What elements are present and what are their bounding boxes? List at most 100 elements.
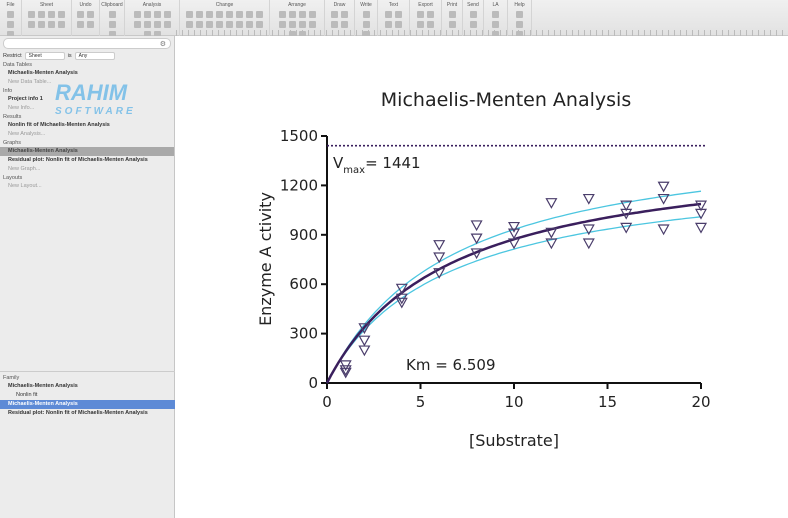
toolbar-icon[interactable] <box>448 21 456 28</box>
restrict-select[interactable]: Sheet <box>24 52 65 60</box>
toolbar-icon[interactable] <box>298 11 306 18</box>
toolbar-icon[interactable] <box>362 21 370 28</box>
toolbar-icon[interactable] <box>417 11 424 18</box>
toolbar-icon[interactable] <box>133 21 141 28</box>
y-tick-label: 1500 <box>280 127 318 145</box>
navigator-section[interactable]: Graphs <box>0 139 174 147</box>
family-panel: Family Michaelis-Menten Analysis Nonlin fi… <box>0 371 175 418</box>
toolbar-icon[interactable] <box>331 11 338 18</box>
toolbar-icon[interactable] <box>256 11 263 18</box>
y-tick-label: 600 <box>289 275 318 293</box>
toolbar-icon[interactable] <box>256 21 263 28</box>
gear-icon[interactable]: ⚙ <box>160 40 166 48</box>
toolbar-icon[interactable] <box>469 11 477 18</box>
toolbar-icon[interactable] <box>216 11 223 18</box>
toolbar-icon[interactable] <box>108 21 116 28</box>
toolbar-icon[interactable] <box>246 11 253 18</box>
toolbar-icon[interactable] <box>395 21 402 28</box>
toolbar-icon[interactable] <box>288 11 296 18</box>
toolbar-group-analysis: Analysis <box>125 0 180 38</box>
toolbar-icon[interactable] <box>385 11 392 18</box>
confidence-band-lower <box>326 216 702 384</box>
navigator-section[interactable]: Data Tables <box>0 61 174 69</box>
data-point <box>657 224 670 236</box>
toolbar-icon[interactable] <box>492 11 499 18</box>
toolbar-icon[interactable] <box>417 21 424 28</box>
navigator-item[interactable]: Residual plot: Nonlin fit of Michaelis-M… <box>0 409 175 418</box>
toolbar-icon[interactable] <box>469 21 477 28</box>
toolbar-icon[interactable] <box>58 21 65 28</box>
data-point <box>582 238 595 250</box>
navigator-section[interactable]: Layouts <box>0 174 174 182</box>
toolbar-icon[interactable] <box>186 21 193 28</box>
toolbar-icon[interactable] <box>7 11 14 18</box>
toolbar-icon[interactable] <box>196 11 203 18</box>
toolbar-icon[interactable] <box>308 11 316 18</box>
toolbar-icon[interactable] <box>395 11 402 18</box>
toolbar-icon[interactable] <box>143 11 151 18</box>
navigator-item[interactable]: Michaelis-Menten Analysis <box>0 382 175 391</box>
toolbar-icon[interactable] <box>288 21 296 28</box>
toolbar-icon[interactable] <box>427 21 434 28</box>
toolbar-icon[interactable] <box>278 21 286 28</box>
toolbar-icon[interactable] <box>226 11 233 18</box>
toolbar-icon[interactable] <box>48 21 55 28</box>
toolbar-icon[interactable] <box>77 11 84 18</box>
navigator-item[interactable]: Nonlin fit <box>0 391 175 400</box>
is-select[interactable]: Any <box>74 52 115 60</box>
toolbar-icon[interactable] <box>362 11 370 18</box>
toolbar-icon[interactable] <box>38 21 45 28</box>
toolbar-icon[interactable] <box>87 11 94 18</box>
toolbar-icon[interactable] <box>38 11 45 18</box>
navigator-item[interactable]: Nonlin fit of Michaelis-Menten Analysis <box>0 121 174 130</box>
toolbar-icon[interactable] <box>236 21 243 28</box>
toolbar-icon[interactable] <box>28 21 35 28</box>
toolbar-icon[interactable] <box>385 21 392 28</box>
toolbar-icon[interactable] <box>77 21 84 28</box>
toolbar-icon[interactable] <box>246 21 253 28</box>
toolbar-icon[interactable] <box>492 21 499 28</box>
navigator-item[interactable]: Residual plot: Nonlin fit of Michaelis-M… <box>0 156 174 165</box>
toolbar-icon[interactable] <box>153 21 161 28</box>
navigator-item[interactable]: Michaelis-Menten Analysis <box>0 69 174 78</box>
km-annotation: Km = 6.509 <box>406 356 496 374</box>
toolbar-icon[interactable] <box>226 21 233 28</box>
toolbar-icon[interactable] <box>308 21 316 28</box>
toolbar-icon[interactable] <box>143 21 151 28</box>
navigator-item[interactable]: New Graph... <box>0 165 174 174</box>
toolbar-icon[interactable] <box>516 11 523 18</box>
toolbar-icon[interactable] <box>48 11 55 18</box>
search-input[interactable]: ⚙ <box>3 38 171 49</box>
x-tick-label: 15 <box>598 393 617 411</box>
toolbar-icon[interactable] <box>87 21 94 28</box>
toolbar-icon[interactable] <box>28 11 35 18</box>
toolbar-icon[interactable] <box>206 11 213 18</box>
x-tick-label: 20 <box>691 393 710 411</box>
toolbar-icon[interactable] <box>427 11 434 18</box>
toolbar-icon[interactable] <box>133 11 141 18</box>
toolbar-icon[interactable] <box>186 11 193 18</box>
toolbar-icon[interactable] <box>7 21 14 28</box>
toolbar-icon[interactable] <box>58 11 65 18</box>
toolbar-icon[interactable] <box>108 11 116 18</box>
toolbar-icon[interactable] <box>516 21 523 28</box>
toolbar-icon[interactable] <box>163 11 171 18</box>
navigator-item[interactable]: New Layout... <box>0 182 174 191</box>
toolbar-icon[interactable] <box>206 21 213 28</box>
navigator-item[interactable]: Michaelis-Menten Analysis <box>0 147 174 156</box>
toolbar-icon[interactable] <box>341 11 348 18</box>
toolbar-icon[interactable] <box>448 11 456 18</box>
toolbar-icon[interactable] <box>196 21 203 28</box>
toolbar-icon[interactable] <box>341 21 348 28</box>
data-point <box>358 345 371 357</box>
toolbar-icon[interactable] <box>331 21 338 28</box>
toolbar-icon[interactable] <box>278 11 286 18</box>
toolbar-icon[interactable] <box>298 21 306 28</box>
toolbar-icon[interactable] <box>236 11 243 18</box>
toolbar-icon[interactable] <box>216 21 223 28</box>
navigator-item[interactable]: New Analysis... <box>0 130 174 139</box>
toolbar-icon[interactable] <box>163 21 171 28</box>
data-point <box>620 222 633 234</box>
navigator-item[interactable]: Michaelis-Menten Analysis <box>0 400 175 409</box>
toolbar-icon[interactable] <box>153 11 161 18</box>
